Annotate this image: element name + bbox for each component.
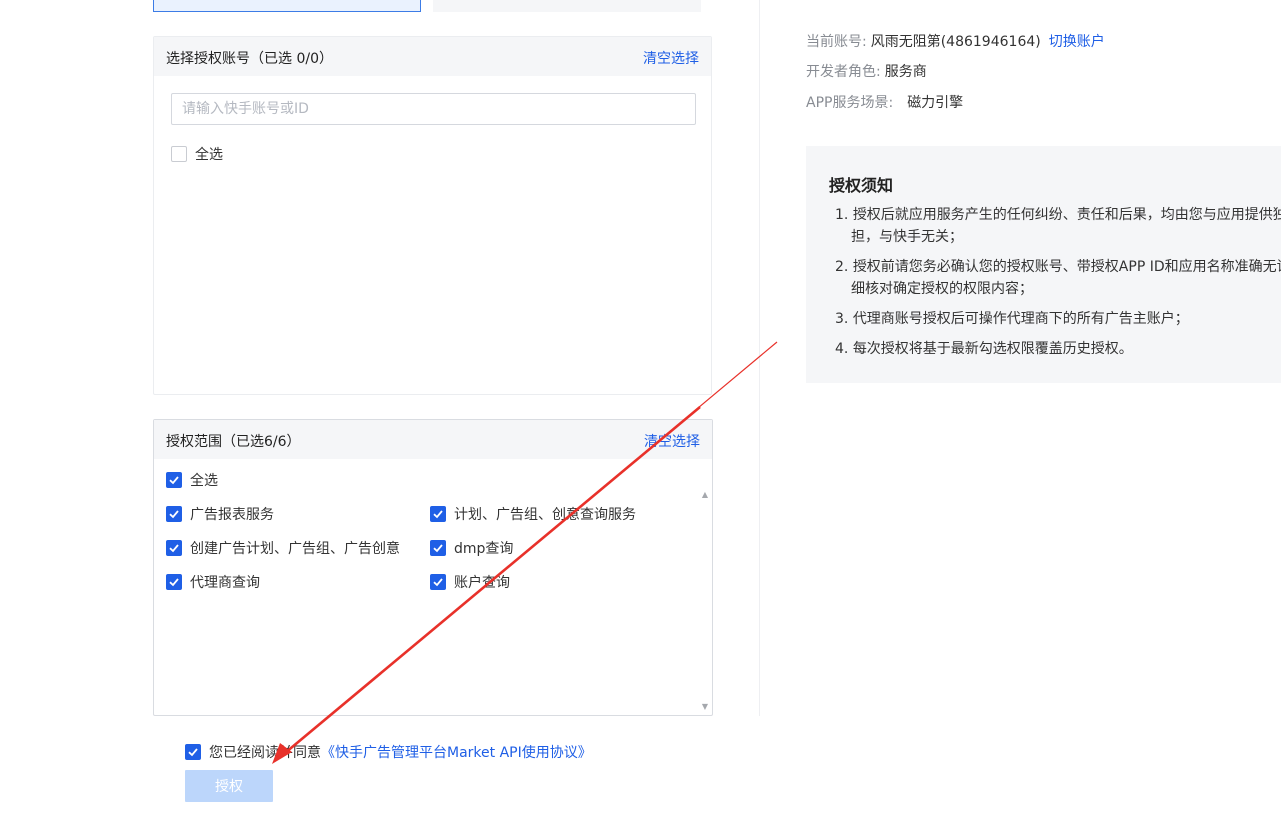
- notice-item: 4. 每次授权将基于最新勾选权限覆盖历史授权。: [835, 337, 1133, 361]
- scope-item-label: 账户查询: [454, 575, 510, 591]
- scope-item[interactable]: 代理商查询: [166, 572, 260, 592]
- app-scene-key: APP服务场景:: [806, 95, 894, 111]
- scope-item-label: 广告报表服务: [190, 507, 274, 523]
- notice-item-text: 授权前请您务必确认您的授权账号、带授权APP ID和应用名称准确无误: [852, 259, 1281, 275]
- notice-item: 3. 代理商账号授权后可操作代理商下的所有广告主账户；: [835, 307, 1189, 331]
- developer-role-row: 开发者角色: 服务商: [806, 61, 927, 81]
- scroll-up-icon[interactable]: ▲: [700, 490, 710, 500]
- notice-item-num: 3.: [835, 311, 849, 327]
- switch-account-link[interactable]: 切换账户: [1049, 31, 1105, 51]
- column-divider: [759, 0, 760, 716]
- authorize-button[interactable]: 授权: [185, 770, 273, 802]
- scope-select-all-label: 全选: [190, 473, 218, 489]
- account-select-all[interactable]: 全选: [171, 144, 223, 164]
- scope-panel-title: 授权范围（已选6/6）: [166, 434, 301, 450]
- account-panel-header: 选择授权账号（已选 0/0） 清空选择: [154, 37, 711, 76]
- app-scene-row: APP服务场景: 磁力引擎: [806, 92, 963, 112]
- notice-item-num: 1.: [835, 207, 849, 223]
- notice-item: 1. 授权后就应用服务产生的任何纠纷、责任和后果，均由您与应用提供独: [835, 203, 1281, 227]
- notice-item-text: 代理商账号授权后可操作代理商下的所有广告主账户；: [852, 311, 1189, 327]
- scope-clear-button[interactable]: 清空选择: [644, 431, 700, 451]
- notice-item-text: 每次授权将基于最新勾选权限覆盖历史授权。: [852, 341, 1133, 357]
- checkbox-checked-icon[interactable]: [166, 574, 182, 590]
- agreement-row[interactable]: 您已经阅读并同意《快手广告管理平台Market API使用协议》: [185, 742, 592, 762]
- scope-item[interactable]: 计划、广告组、创意查询服务: [430, 504, 636, 524]
- account-type-tab[interactable]: [433, 0, 701, 12]
- auth-notice-box: 授权须知 1. 授权后就应用服务产生的任何纠纷、责任和后果，均由您与应用提供独 …: [806, 146, 1281, 383]
- scope-item-label: 创建广告计划、广告组、广告创意: [190, 541, 400, 557]
- checkbox-checked-icon[interactable]: [166, 540, 182, 556]
- checkbox-checked-icon[interactable]: [430, 540, 446, 556]
- scope-item[interactable]: 创建广告计划、广告组、广告创意: [166, 538, 400, 558]
- app-scene-value: 磁力引擎: [907, 95, 964, 111]
- checkbox-checked-icon[interactable]: [430, 574, 446, 590]
- notice-item-cont: 担，与快手无关；: [851, 229, 963, 245]
- scope-item-label: 计划、广告组、创意查询服务: [454, 507, 636, 523]
- checkbox-empty-icon[interactable]: [171, 146, 187, 162]
- notice-item-num: 2.: [835, 259, 849, 275]
- checkbox-checked-icon[interactable]: [430, 506, 446, 522]
- notice-item-text: 授权后就应用服务产生的任何纠纷、责任和后果，均由您与应用提供独: [852, 207, 1281, 223]
- scope-panel-header: 授权范围（已选6/6） 清空选择: [154, 420, 712, 459]
- scope-select-all[interactable]: 全选: [166, 470, 218, 490]
- notice-title: 授权须知: [829, 176, 894, 195]
- account-search-input[interactable]: [171, 93, 696, 125]
- scope-scrollbar[interactable]: ▲ ▼: [700, 490, 710, 712]
- checkbox-checked-icon[interactable]: [166, 506, 182, 522]
- scope-item[interactable]: dmp查询: [430, 538, 513, 558]
- checkbox-checked-icon[interactable]: [166, 472, 182, 488]
- notice-item-num: 4.: [835, 341, 849, 357]
- current-account-key: 当前账号:: [806, 34, 867, 50]
- agreement-text: 您已经阅读并同意《快手广告管理平台Market API使用协议》: [209, 742, 592, 762]
- notice-item: 2. 授权前请您务必确认您的授权账号、带授权APP ID和应用名称准确无误: [835, 255, 1281, 279]
- scope-item[interactable]: 广告报表服务: [166, 504, 274, 524]
- agreement-prefix: 您已经阅读并同意: [209, 745, 321, 761]
- account-type-tab-active[interactable]: [153, 0, 421, 12]
- account-select-panel: 选择授权账号（已选 0/0） 清空选择 全选: [153, 36, 712, 395]
- account-select-all-label: 全选: [195, 147, 223, 163]
- scroll-down-icon[interactable]: ▼: [700, 702, 710, 712]
- agreement-link[interactable]: 《快手广告管理平台Market API使用协议》: [321, 745, 592, 761]
- scope-item[interactable]: 账户查询: [430, 572, 510, 592]
- current-account-value: 风雨无阻第(4861946164): [870, 34, 1041, 50]
- notice-item-cont: 细核对确定授权的权限内容；: [851, 281, 1033, 297]
- current-account-row: 当前账号: 风雨无阻第(4861946164) 切换账户: [806, 31, 1105, 51]
- checkbox-checked-icon[interactable]: [185, 744, 201, 760]
- account-clear-button[interactable]: 清空选择: [643, 48, 699, 68]
- scope-item-label: 代理商查询: [190, 575, 260, 591]
- developer-role-value: 服务商: [884, 64, 927, 80]
- developer-role-key: 开发者角色:: [806, 64, 881, 80]
- account-panel-title: 选择授权账号（已选 0/0）: [166, 51, 333, 67]
- scope-item-label: dmp查询: [454, 541, 514, 557]
- auth-scope-panel: 授权范围（已选6/6） 清空选择 全选 广告报表服务 计划、广告组、创意查询服务…: [153, 419, 713, 716]
